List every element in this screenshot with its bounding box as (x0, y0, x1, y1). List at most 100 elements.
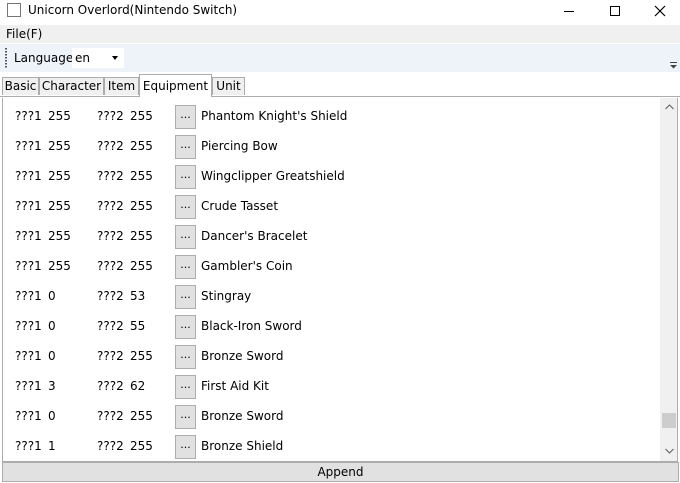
field1-label: ???1 (15, 199, 42, 213)
field1-value[interactable]: 1 (48, 439, 56, 453)
scroll-up-button[interactable] (660, 98, 677, 116)
close-icon (654, 5, 665, 17)
equipment-row: ???1 1 ???2 255... Bronze Shield (3, 431, 661, 461)
field1-value[interactable]: 0 (48, 319, 56, 333)
equipment-row: ???1 255 ???2 255... Wingclipper Greatshield (3, 161, 661, 191)
title-bar: Unicorn Overlord(Nintendo Switch) (0, 0, 680, 22)
menu-file[interactable]: File(F) (6, 27, 42, 41)
field1-value[interactable]: 0 (48, 349, 56, 363)
equipment-name: Phantom Knight's Shield (201, 109, 348, 123)
app-icon (7, 3, 21, 17)
chevron-down-icon (664, 448, 674, 454)
field1-value[interactable]: 0 (48, 409, 56, 423)
field2-label: ???2 (97, 379, 124, 393)
equipment-row: ???1 255 ???2 255... Phantom Knight's Shield (3, 101, 661, 131)
equipment-list-panel: ???1 255 ???2 255... Phantom Knight's Shield… (2, 98, 678, 462)
field1-label: ???1 (15, 169, 42, 183)
select-equipment-button[interactable]: ... (175, 405, 196, 429)
language-value: en (75, 51, 90, 65)
field2-value[interactable]: 255 (130, 259, 153, 273)
select-equipment-button[interactable]: ... (175, 255, 196, 279)
field1-label: ???1 (15, 259, 42, 273)
maximize-button[interactable] (592, 0, 637, 22)
scrollbar-thumb[interactable] (662, 413, 676, 429)
equipment-name: Stingray (201, 289, 252, 303)
field2-label: ???2 (97, 259, 124, 273)
field1-value[interactable]: 255 (48, 259, 71, 273)
vertical-scrollbar[interactable] (660, 98, 677, 461)
field2-value[interactable]: 255 (130, 439, 153, 453)
select-equipment-button[interactable]: ... (175, 285, 196, 309)
equipment-name: Bronze Sword (201, 409, 284, 423)
field2-value[interactable]: 53 (130, 289, 145, 303)
toolbar-grip[interactable] (5, 48, 7, 68)
field2-value[interactable]: 255 (130, 409, 153, 423)
tab-basic[interactable]: Basic (2, 77, 39, 95)
field1-value[interactable]: 255 (48, 109, 71, 123)
minimize-button[interactable] (546, 0, 591, 22)
equipment-name: Crude Tasset (201, 199, 279, 213)
select-equipment-button[interactable]: ... (175, 225, 196, 249)
language-select[interactable]: en (72, 48, 124, 68)
select-equipment-button[interactable]: ... (175, 345, 196, 369)
equipment-row: ???1 255 ???2 255... Gambler's Coin (3, 251, 661, 281)
equipment-row: ???1 3 ???2 62... First Aid Kit (3, 371, 661, 401)
language-label: Language (14, 51, 74, 65)
equipment-name: Bronze Shield (201, 439, 284, 453)
toolbar-overflow-icon[interactable] (670, 61, 678, 69)
tab-divider (0, 96, 680, 97)
append-button[interactable]: Append (2, 462, 679, 482)
select-equipment-button[interactable]: ... (175, 135, 196, 159)
field1-value[interactable]: 255 (48, 169, 71, 183)
maximize-icon (609, 6, 620, 16)
select-equipment-button[interactable]: ... (175, 165, 196, 189)
field2-value[interactable]: 255 (130, 109, 153, 123)
tab-character[interactable]: Character (39, 77, 104, 95)
tab-item[interactable]: Item (104, 77, 139, 95)
equipment-name: First Aid Kit (201, 379, 269, 393)
field2-label: ???2 (97, 319, 124, 333)
tab-equipment[interactable]: Equipment (139, 74, 212, 97)
equipment-name: Black-Iron Sword (201, 319, 302, 333)
equipment-row: ???1 0 ???2 255... Bronze Sword (3, 401, 661, 431)
field2-value[interactable]: 55 (130, 319, 145, 333)
field2-value[interactable]: 255 (130, 229, 153, 243)
field2-label: ???2 (97, 199, 124, 213)
field1-value[interactable]: 0 (48, 289, 56, 303)
field1-value[interactable]: 255 (48, 229, 71, 243)
field2-value[interactable]: 255 (130, 139, 153, 153)
tab-unit[interactable]: Unit (212, 77, 245, 95)
field1-label: ???1 (15, 229, 42, 243)
field1-label: ???1 (15, 139, 42, 153)
equipment-row: ???1 0 ???2 53... Stingray (3, 281, 661, 311)
equipment-row: ???1 0 ???2 55... Black-Iron Sword (3, 311, 661, 341)
equipment-row: ???1 255 ???2 255... Dancer's Bracelet (3, 221, 661, 251)
equipment-row: ???1 255 ???2 255... Piercing Bow (3, 131, 661, 161)
field2-value[interactable]: 62 (130, 379, 145, 393)
field1-value[interactable]: 3 (48, 379, 56, 393)
field2-label: ???2 (97, 289, 124, 303)
scroll-down-button[interactable] (660, 442, 677, 460)
field2-value[interactable]: 255 (130, 169, 153, 183)
field1-label: ???1 (15, 319, 42, 333)
field2-value[interactable]: 255 (130, 349, 153, 363)
equipment-name: Dancer's Bracelet (201, 229, 308, 243)
tab-strip: Basic Character Item Equipment Unit (0, 74, 680, 98)
equipment-name: Bronze Sword (201, 349, 284, 363)
window-title: Unicorn Overlord(Nintendo Switch) (28, 3, 238, 17)
select-equipment-button[interactable]: ... (175, 315, 196, 339)
equipment-row: ???1 255 ???2 255... Crude Tasset (3, 191, 661, 221)
select-equipment-button[interactable]: ... (175, 195, 196, 219)
select-equipment-button[interactable]: ... (175, 435, 196, 459)
field1-label: ???1 (15, 379, 42, 393)
select-equipment-button[interactable]: ... (175, 105, 196, 129)
equipment-name: Piercing Bow (201, 139, 278, 153)
equipment-name: Gambler's Coin (201, 259, 293, 273)
field1-value[interactable]: 255 (48, 139, 71, 153)
field2-value[interactable]: 255 (130, 199, 153, 213)
field1-label: ???1 (15, 409, 42, 423)
close-button[interactable] (637, 0, 680, 22)
field1-label: ???1 (15, 289, 42, 303)
select-equipment-button[interactable]: ... (175, 375, 196, 399)
field1-value[interactable]: 255 (48, 199, 71, 213)
